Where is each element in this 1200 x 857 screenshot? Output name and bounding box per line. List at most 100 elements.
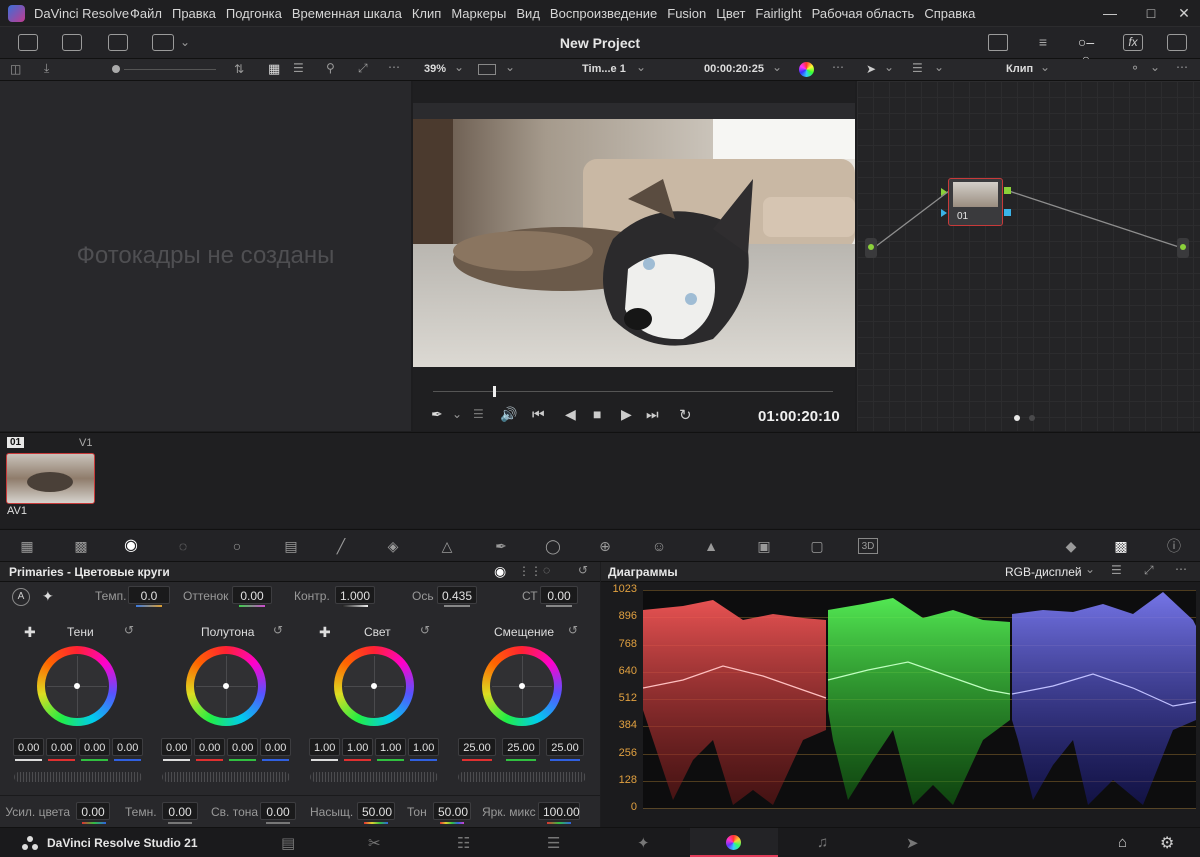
timeline-chevron-icon[interactable]: ⌄ — [636, 60, 646, 74]
timeline-name[interactable]: Tim...e 1 — [582, 63, 626, 75]
node-tree-icon[interactable]: ⚬ — [1130, 61, 1140, 75]
close-icon[interactable]: ✕ — [1174, 4, 1194, 22]
import-icon[interactable]: ⤓ — [44, 61, 49, 76]
tracker-icon[interactable]: ⊕ — [596, 538, 614, 554]
nodes-more-icon[interactable]: ⋯ — [1176, 60, 1188, 74]
rgb-mixer-icon[interactable]: ○ — [228, 538, 246, 554]
lift-picker-icon[interactable]: ✚ — [24, 624, 36, 641]
gamma-color-wheel[interactable] — [186, 646, 266, 726]
offset-reset-icon[interactable]: ↺ — [568, 623, 578, 637]
volume-icon[interactable]: 🔊 — [500, 406, 517, 423]
pointer-chevron-icon[interactable]: ⌄ — [884, 60, 894, 74]
param-value-color-boost[interactable]: 0.00 — [76, 802, 110, 820]
gain-picker-icon[interactable]: ✚ — [319, 624, 331, 641]
go-to-start-icon[interactable]: ⏮ — [532, 406, 545, 423]
color-wheels-icon[interactable]: ◉ — [122, 538, 140, 554]
node-rgb-input-icon[interactable] — [941, 188, 947, 196]
auto-balance-icon[interactable]: A — [12, 588, 30, 606]
offset-b[interactable]: 25.00 — [546, 738, 584, 756]
bars-mode-icon[interactable]: ⋮⋮ — [518, 564, 542, 578]
info-icon[interactable]: ⓘ — [1165, 538, 1183, 554]
page-fairlight-icon[interactable]: ✦ — [637, 834, 650, 852]
pointer-icon[interactable]: ➤ — [866, 62, 876, 76]
scope-mode-chevron-icon[interactable]: ⌄ — [1085, 562, 1095, 576]
node-output[interactable] — [1177, 238, 1189, 258]
menu-workspace[interactable]: Рабочая область — [812, 6, 915, 21]
serial-node-01[interactable]: 01 — [948, 178, 1003, 226]
menu-fairlight[interactable]: Fairlight — [755, 6, 801, 21]
node-tree-chevron-icon[interactable]: ⌄ — [1150, 60, 1160, 74]
viewer-mode-icon[interactable] — [478, 64, 496, 75]
menu-markers[interactable]: Маркеры — [451, 6, 506, 21]
page-color-tab[interactable] — [690, 828, 778, 857]
color-picker-icon[interactable] — [799, 62, 814, 77]
offset-g[interactable]: 25.00 — [502, 738, 540, 756]
page-audio-icon[interactable]: ♫ — [817, 834, 828, 851]
magic-wand-icon[interactable]: ✦ — [42, 588, 54, 605]
list-view-icon[interactable]: ☰ — [293, 61, 304, 75]
3d-icon[interactable]: 3D — [858, 538, 878, 554]
menu-file[interactable]: Файл — [130, 6, 162, 21]
lift-r[interactable]: 0.00 — [46, 738, 77, 756]
color-match-icon[interactable]: ▩ — [72, 538, 90, 554]
motion-effects-icon[interactable]: ▤ — [282, 538, 300, 554]
node-input-source[interactable] — [865, 238, 877, 258]
gain-r[interactable]: 1.00 — [342, 738, 373, 756]
wheels-mode-icon[interactable]: ◉ — [494, 563, 506, 580]
magic-mask-icon[interactable]: ☺ — [650, 538, 668, 554]
offset-r[interactable]: 25.00 — [458, 738, 496, 756]
expand-icon[interactable]: ⤢ — [358, 61, 368, 76]
curves-icon[interactable]: ╱ — [332, 538, 350, 554]
page-edit-icon[interactable]: ☷ — [457, 834, 470, 852]
gain-y[interactable]: 1.00 — [309, 738, 340, 756]
page-fusion-icon[interactable]: ☰ — [547, 834, 560, 852]
param-value-highlights[interactable]: 0.00 — [260, 802, 296, 820]
clip-thumbnail[interactable] — [6, 453, 95, 504]
menu-trim[interactable]: Подгонка — [226, 6, 282, 21]
settings-gear-icon[interactable]: ⚙ — [1160, 833, 1174, 853]
gain-color-wheel[interactable] — [334, 646, 414, 726]
menu-playback[interactable]: Воспроизведение — [550, 6, 657, 21]
lift-master-wheel[interactable] — [14, 772, 142, 782]
keyframes-icon[interactable]: ◆ — [1062, 538, 1080, 554]
gamma-y[interactable]: 0.00 — [161, 738, 192, 756]
blur-icon[interactable]: ▲ — [702, 538, 720, 554]
eyedropper-chevron-icon[interactable]: ⌄ — [452, 407, 462, 421]
nodes-toggle-icon[interactable]: ○–○ — [1076, 34, 1096, 67]
gamma-reset-icon[interactable]: ↺ — [273, 623, 283, 637]
layers-icon[interactable]: ☰ — [473, 407, 484, 421]
reset-icon[interactable]: ↺ — [578, 563, 588, 577]
maximize-icon[interactable]: □ — [1141, 4, 1161, 22]
offset-color-wheel[interactable] — [482, 646, 562, 726]
page-dot-active[interactable] — [1014, 415, 1020, 421]
gamma-b[interactable]: 0.00 — [260, 738, 291, 756]
sidebar-toggle-icon[interactable]: ◫ — [10, 62, 21, 76]
param-value-saturation[interactable]: 50.00 — [357, 802, 395, 820]
param-value-lum-mix[interactable]: 100.00 — [538, 802, 580, 820]
menu-help[interactable]: Справка — [924, 6, 975, 21]
gain-master-wheel[interactable] — [310, 772, 438, 782]
gain-b[interactable]: 1.00 — [408, 738, 439, 756]
node-mode-select[interactable]: Клип — [1006, 63, 1033, 75]
gain-g[interactable]: 1.00 — [375, 738, 406, 756]
menu-color[interactable]: Цвет — [716, 6, 745, 21]
node-editor[interactable]: 01 — [857, 81, 1200, 431]
more-options-icon[interactable]: ⋯ — [388, 60, 400, 74]
node-key-output-icon[interactable] — [1004, 209, 1011, 216]
scope-settings-icon[interactable]: ☰ — [1111, 563, 1122, 577]
zoom-level[interactable]: 39% — [424, 63, 446, 75]
param-value-md[interactable]: 0.00 — [540, 586, 578, 604]
node-layout-icon[interactable]: ☰ — [912, 61, 923, 75]
lift-b[interactable]: 0.00 — [112, 738, 143, 756]
page-media-icon[interactable]: ▤ — [281, 834, 295, 852]
node-rgb-output-icon[interactable] — [1004, 187, 1011, 194]
param-value-shadows[interactable]: 0.00 — [162, 802, 198, 820]
lift-color-wheel[interactable] — [37, 646, 117, 726]
fx-icon[interactable]: fx — [1123, 34, 1143, 51]
sizing-icon[interactable]: ▢ — [808, 538, 826, 554]
param-value-pivot[interactable]: 0.435 — [437, 586, 477, 604]
offset-master-wheel[interactable] — [458, 772, 586, 782]
zoom-chevron-icon[interactable]: ⌄ — [454, 60, 464, 74]
node-key-input-icon[interactable] — [941, 209, 947, 217]
share-icon[interactable] — [988, 34, 1008, 51]
